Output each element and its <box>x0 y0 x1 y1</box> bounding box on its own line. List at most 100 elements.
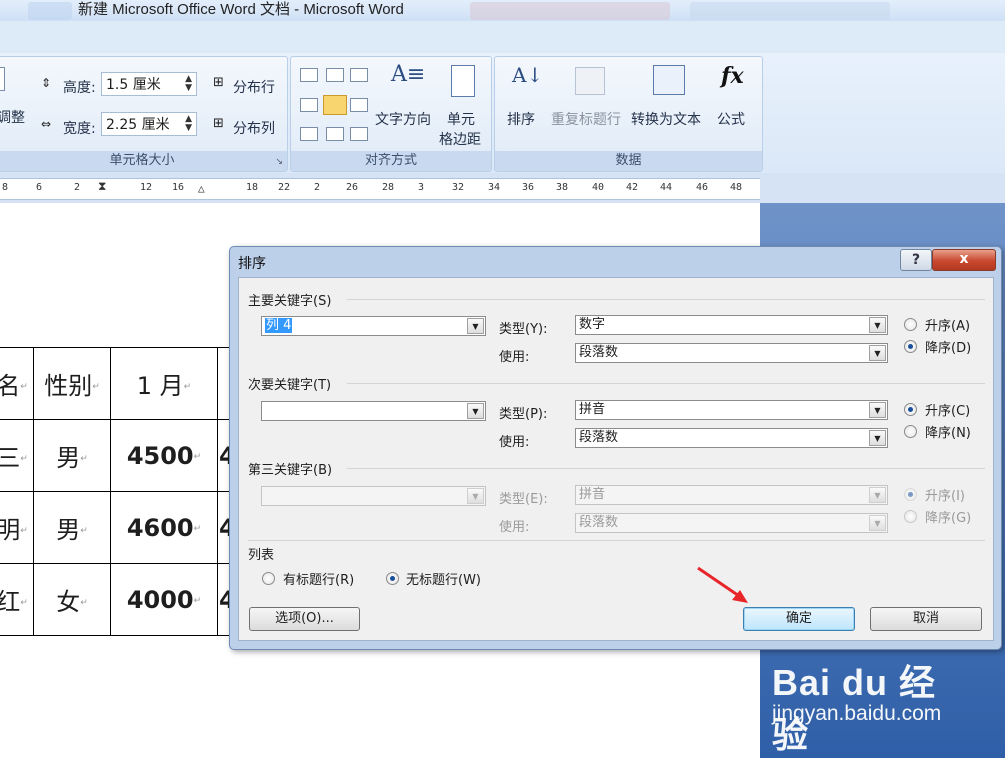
no-header-label[interactable]: 无标题行(W) <box>406 569 481 588</box>
align-bottom-left-icon[interactable] <box>300 127 318 141</box>
cancel-button[interactable]: 取消 <box>870 607 982 631</box>
chevron-down-icon: ▼ <box>869 487 886 503</box>
tab-marker-icon[interactable]: △ <box>198 182 205 195</box>
primary-key-select[interactable]: 列 4 ▼ <box>261 316 486 336</box>
ok-button[interactable]: 确定 <box>743 607 855 631</box>
table-cell[interactable]: 男↵ <box>33 491 111 564</box>
no-header-radio[interactable] <box>386 572 399 585</box>
primary-descending-radio[interactable] <box>904 340 917 353</box>
distribute-columns-button[interactable]: 分布列 <box>233 118 275 138</box>
secondary-ascending-radio[interactable] <box>904 403 917 416</box>
has-header-label[interactable]: 有标题行(R) <box>283 569 354 588</box>
repeat-header-button[interactable]: 重复标题行 <box>551 109 621 129</box>
close-button[interactable]: x <box>932 249 996 271</box>
align-middle-center-icon[interactable] <box>323 95 347 115</box>
third-descending-radio[interactable] <box>904 510 917 523</box>
align-top-left-icon[interactable] <box>300 68 318 82</box>
width-label: 宽度: <box>63 121 96 137</box>
table-cell[interactable]: 4500↵ <box>110 419 218 492</box>
table-cell[interactable]: 4000↵ <box>110 563 218 636</box>
options-button[interactable]: 选项(O)... <box>249 607 360 631</box>
third-key-label: 第三关键字(B) <box>248 463 333 478</box>
ruler-tick: 12 <box>140 182 153 193</box>
third-use-value: 段落数 <box>579 515 619 530</box>
align-top-right-icon[interactable] <box>350 68 368 82</box>
table-cell[interactable]: 1 月↵ <box>110 347 218 420</box>
secondary-key-select[interactable]: ▼ <box>261 401 486 421</box>
browser-tab-ghost <box>690 2 890 20</box>
help-button[interactable]: ? <box>900 249 932 271</box>
table-cell[interactable]: 性别↵ <box>33 347 111 420</box>
cell-margins-button-line1[interactable]: 单元 <box>447 109 475 129</box>
convert-to-text-button[interactable]: 转换为文本 <box>631 109 701 129</box>
align-bottom-right-icon[interactable] <box>350 127 368 141</box>
spinner-arrows-icon: ▲ ▼ <box>185 114 192 133</box>
secondary-type-value: 拼音 <box>579 402 606 417</box>
third-ascending-label[interactable]: 升序(I) <box>925 485 965 504</box>
third-use-label: 使用: <box>499 520 530 535</box>
primary-use-select[interactable]: 段落数 ▼ <box>575 343 888 363</box>
dialog-launcher-icon[interactable]: ↘ <box>275 157 283 167</box>
secondary-ascending-label[interactable]: 升序(C) <box>925 400 970 419</box>
formula-button[interactable]: 公式 <box>717 109 745 129</box>
alignment-group-label: 对齐方式 <box>291 151 491 171</box>
table-cell[interactable]: 明↵ <box>0 491 34 564</box>
text-direction-button[interactable]: 文字方向 <box>375 109 431 129</box>
secondary-type-select[interactable]: 拼音 ▼ <box>575 400 888 420</box>
width-value: 2.25 厘米 <box>106 117 170 133</box>
primary-ascending-radio[interactable] <box>904 318 917 331</box>
secondary-descending-radio[interactable] <box>904 425 917 438</box>
secondary-use-select[interactable]: 段落数 ▼ <box>575 428 888 448</box>
table-cell[interactable]: 女↵ <box>33 563 111 636</box>
has-header-radio[interactable] <box>262 572 275 585</box>
secondary-key-label: 次要关键字(T) <box>248 378 332 393</box>
width-spinner[interactable]: 2.25 厘米 ▲ ▼ <box>101 112 197 136</box>
autofit-icon <box>0 67 5 91</box>
height-spinner[interactable]: 1.5 厘米 ▲ ▼ <box>101 72 197 96</box>
align-bottom-center-icon[interactable] <box>326 127 344 141</box>
document-table[interactable]: 名↵ 性别↵ 1 月↵ 三↵ 男↵ 4500↵ 4 明↵ 男↵ 4600↵ 4 … <box>0 347 251 636</box>
chevron-down-icon: ▼ <box>467 403 484 419</box>
table-cell[interactable]: 4600↵ <box>110 491 218 564</box>
primary-use-label: 使用: <box>499 350 530 365</box>
convert-to-text-icon <box>653 65 685 95</box>
distribute-columns-icon: ⊞ <box>213 116 224 131</box>
table-cell[interactable]: 名↵ <box>0 347 34 420</box>
third-descending-label[interactable]: 降序(G) <box>925 507 971 526</box>
primary-descending-label[interactable]: 降序(D) <box>925 337 971 356</box>
horizontal-ruler[interactable]: 8 6 2 ⧗ 12 16 △ 18 22 2 26 28 3 32 34 36… <box>0 178 760 200</box>
ruler-tick: 34 <box>488 182 501 193</box>
sort-button[interactable]: 排序 <box>507 109 535 129</box>
align-middle-right-icon[interactable] <box>350 98 368 112</box>
baidu-jingyan-watermark: Bai du 经验 jingyan.baidu.com <box>772 650 942 755</box>
secondary-type-label: 类型(P): <box>499 407 548 422</box>
ruler-tick: 44 <box>660 182 673 193</box>
cell-margins-button-line2[interactable]: 格边距 <box>439 129 481 149</box>
distribute-rows-button[interactable]: 分布行 <box>233 77 275 97</box>
third-ascending-radio[interactable] <box>904 488 917 501</box>
ruler-tick: 28 <box>382 182 395 193</box>
ruler-tick: 2 <box>314 182 321 193</box>
watermark-url: jingyan.baidu.com <box>772 702 942 725</box>
third-use-select[interactable]: 段落数 ▼ <box>575 513 888 533</box>
ruler-tick: 38 <box>556 182 569 193</box>
sort-icon: A↓ <box>512 63 544 87</box>
primary-key-label: 主要关键字(S) <box>248 294 332 309</box>
table-row: 明↵ 男↵ 4600↵ 4 <box>0 491 251 564</box>
table-cell[interactable]: 红↵ <box>0 563 34 636</box>
indent-marker-icon[interactable]: ⧗ <box>98 179 106 194</box>
primary-ascending-label[interactable]: 升序(A) <box>925 315 970 334</box>
secondary-descending-label[interactable]: 降序(N) <box>925 422 971 441</box>
table-cell[interactable]: 三↵ <box>0 419 34 492</box>
third-key-select[interactable]: ▼ <box>261 486 486 506</box>
align-middle-left-icon[interactable] <box>300 98 318 112</box>
repeat-header-icon <box>575 67 605 95</box>
table-cell[interactable]: 男↵ <box>33 419 111 492</box>
third-type-select[interactable]: 拼音 ▼ <box>575 485 888 505</box>
autofit-button[interactable]: 调整 <box>0 107 25 127</box>
third-type-label: 类型(E): <box>499 492 548 507</box>
primary-type-select[interactable]: 数字 ▼ <box>575 315 888 335</box>
align-top-center-icon[interactable] <box>326 68 344 82</box>
browser-tab-ghost <box>28 2 72 20</box>
table-row: 名↵ 性别↵ 1 月↵ <box>0 347 251 420</box>
